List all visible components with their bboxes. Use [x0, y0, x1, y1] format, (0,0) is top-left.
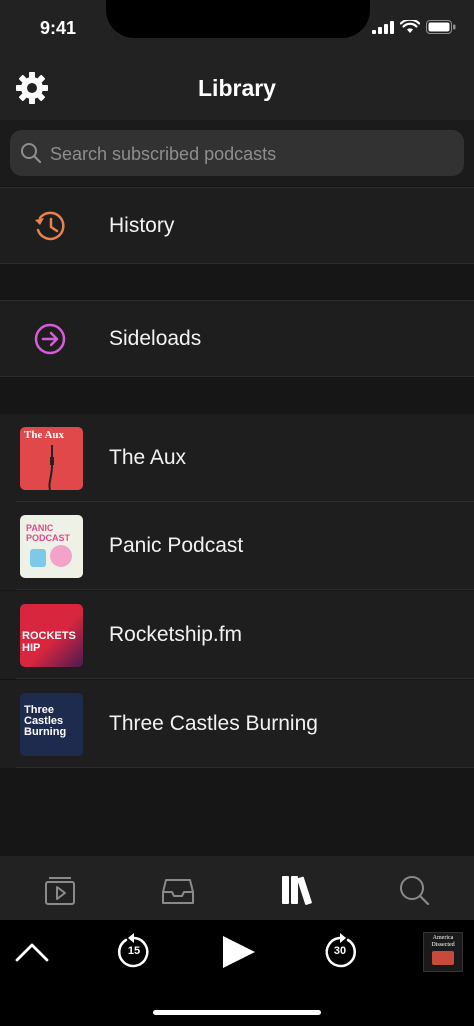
- notch: [106, 0, 370, 38]
- play-icon[interactable]: [219, 932, 259, 972]
- sideload-arrow-icon: [34, 323, 66, 355]
- podcast-title: Rocketship.fm: [109, 623, 243, 646]
- podcast-title: The Aux: [109, 446, 187, 469]
- search-area: [0, 120, 474, 186]
- skip-forward-seconds: 30: [333, 945, 347, 957]
- artwork-decoration: [50, 545, 72, 567]
- status-icons: [372, 20, 456, 34]
- search-input[interactable]: [48, 130, 452, 178]
- chevron-up-icon[interactable]: [14, 940, 50, 964]
- search-icon: [21, 143, 42, 164]
- artwork-decoration: [432, 951, 454, 965]
- skip-back-button[interactable]: 15: [114, 932, 154, 972]
- now-playing-artwork-title: America Dissected: [431, 935, 455, 948]
- sideloads-row[interactable]: Sideloads: [0, 300, 474, 377]
- divider: [16, 589, 474, 590]
- tab-bar: [0, 856, 474, 920]
- battery-icon: [426, 20, 456, 34]
- podcast-artwork: PANIC PODCAST: [20, 515, 83, 578]
- now-playing-icon[interactable]: [40, 870, 80, 910]
- podcast-row[interactable]: ROCKETSHIP Rocketship.fm: [0, 591, 474, 679]
- podcast-artwork: The Aux: [20, 427, 83, 490]
- divider: [16, 767, 474, 768]
- inbox-icon[interactable]: [158, 870, 198, 910]
- now-playing-artwork[interactable]: America Dissected: [423, 932, 463, 972]
- podcast-artwork: Three Castles Burning: [20, 693, 83, 756]
- podcast-row[interactable]: Three Castles Burning Three Castles Burn…: [0, 680, 474, 768]
- podcast-artwork: ROCKETSHIP: [20, 604, 83, 667]
- sideloads-label: Sideloads: [109, 327, 202, 350]
- podcast-row[interactable]: PANIC PODCAST Panic Podcast: [0, 502, 474, 590]
- podcast-row[interactable]: The Aux The Aux: [0, 414, 474, 502]
- divider: [16, 678, 474, 679]
- nav-bar: Library: [0, 58, 474, 120]
- history-label: History: [109, 214, 175, 237]
- status-bar: 9:41: [0, 0, 474, 58]
- podcast-title: Three Castles Burning: [109, 712, 318, 735]
- search-tab-icon[interactable]: [394, 870, 434, 910]
- search-bar[interactable]: [10, 130, 464, 178]
- podcast-title: Panic Podcast: [109, 534, 244, 557]
- cellular-signal-icon: [372, 20, 394, 34]
- history-icon: [35, 211, 65, 241]
- artwork-title: ROCKETSHIP: [22, 630, 76, 654]
- skip-back-seconds: 15: [127, 945, 141, 957]
- home-indicator: [153, 1010, 321, 1015]
- headphone-cable-art: [48, 445, 54, 490]
- artwork-decoration: [30, 549, 46, 567]
- artwork-title: PANIC PODCAST: [26, 523, 71, 543]
- wifi-icon: [400, 20, 420, 33]
- library-icon[interactable]: [277, 870, 317, 910]
- page-title: Library: [198, 75, 276, 101]
- artwork-title: Three Castles Burning: [24, 704, 67, 738]
- history-row[interactable]: History: [0, 187, 474, 264]
- status-time: 9:41: [40, 18, 77, 38]
- skip-forward-button[interactable]: 30: [320, 932, 360, 972]
